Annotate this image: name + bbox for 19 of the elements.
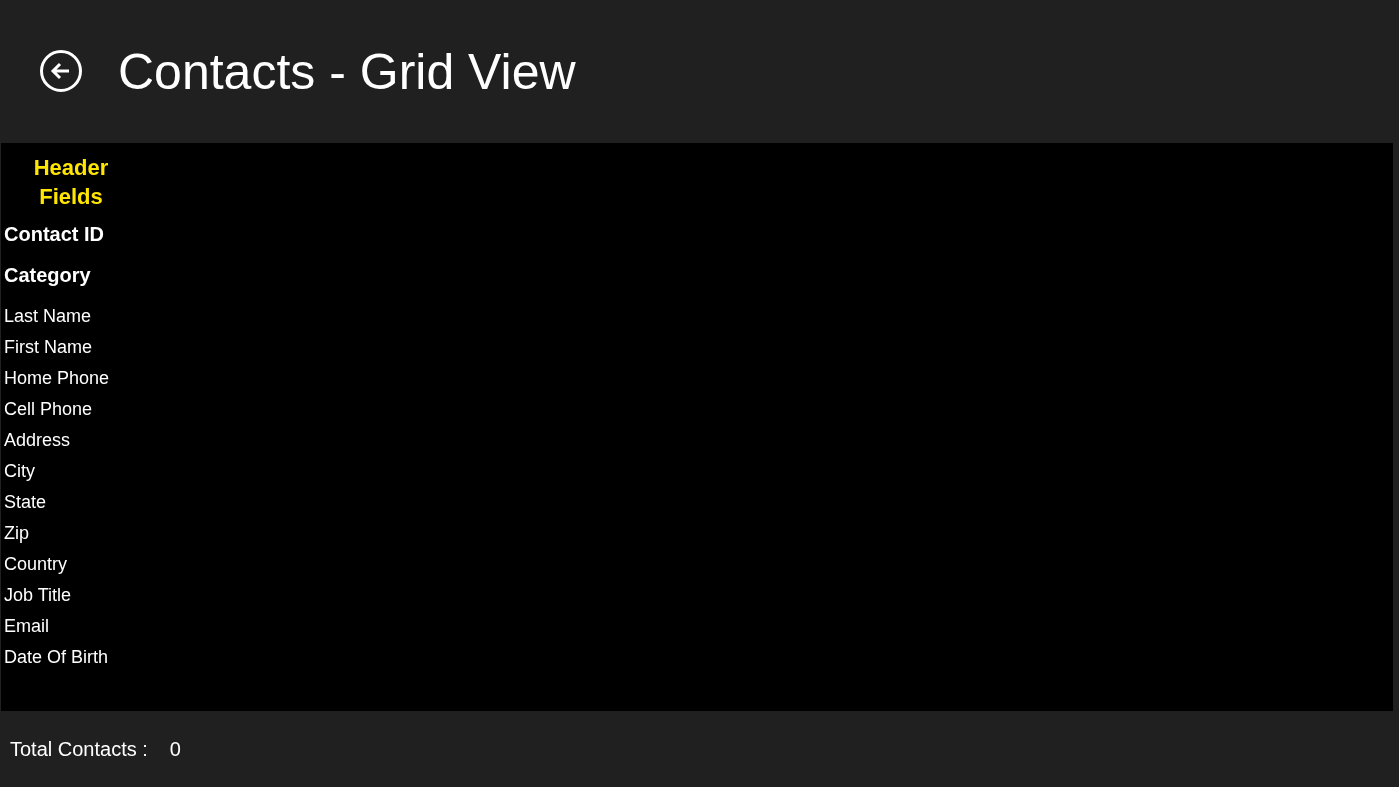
field-label: Date Of Birth — [3, 646, 110, 669]
field-label: Category — [3, 263, 92, 288]
field-label: Home Phone — [3, 367, 111, 390]
field-label: Address — [3, 429, 72, 452]
back-button[interactable] — [40, 49, 82, 92]
field-label: Contact ID — [3, 222, 105, 247]
field-label: Zip — [3, 522, 30, 545]
field-label: City — [3, 460, 36, 483]
column-header: Header Fields — [32, 154, 110, 211]
field-label: Last Name — [3, 305, 93, 328]
field-label: State — [3, 491, 48, 514]
field-label: Country — [3, 553, 69, 576]
field-label: Cell Phone — [3, 398, 94, 421]
total-count: 0 — [169, 737, 181, 761]
total-label: Total Contacts : — [10, 737, 148, 761]
page-title: Contacts - Grid View — [118, 42, 576, 101]
field-label: Email — [3, 615, 50, 638]
field-label: First Name — [3, 336, 93, 359]
field-label: Job Title — [3, 584, 73, 607]
